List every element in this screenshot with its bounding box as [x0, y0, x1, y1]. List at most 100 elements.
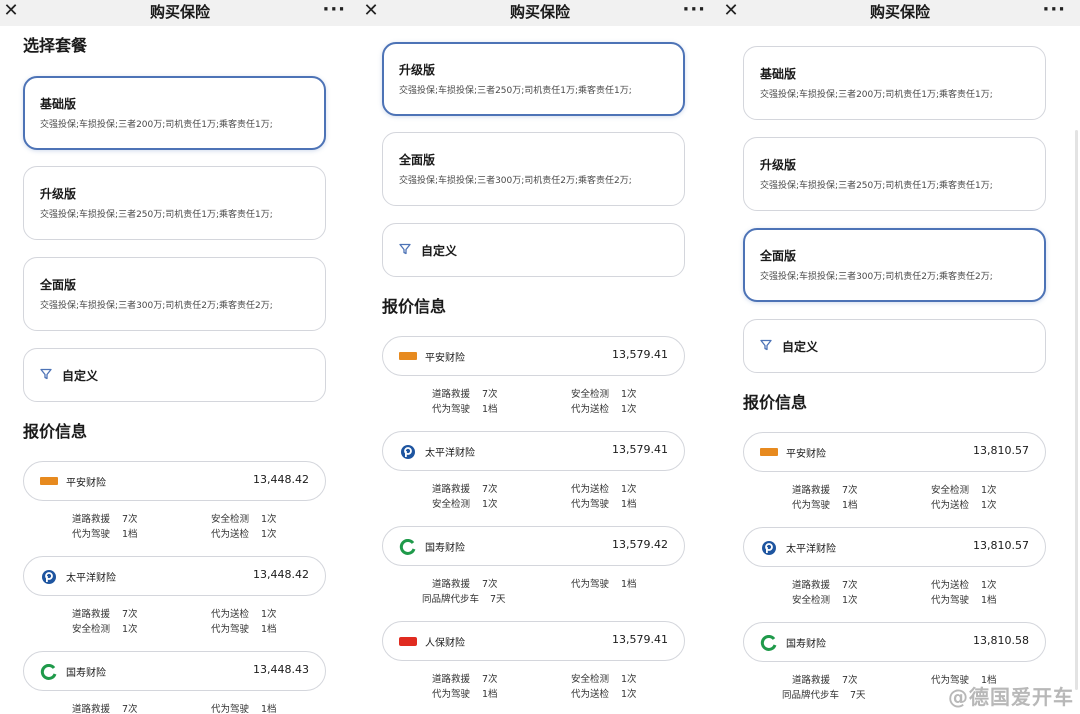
quote-card-cpic[interactable]: 太平洋财险 13,448.42 — [23, 556, 326, 596]
cpic-logo — [42, 570, 56, 584]
service-item: 安全检测 1次 — [432, 499, 498, 510]
plan-card-upgrade[interactable]: 升级版 交强投保;车损投保;三者250万;司机责任1万;乘客责任1万; — [743, 137, 1046, 211]
plan-card-full[interactable]: 全面版 交强投保;车损投保;三者300万;司机责任2万;乘客责任2万; — [382, 132, 685, 206]
service-item: 道路救援 7次 — [72, 704, 138, 714]
service-item: 道路救援 7次 — [72, 609, 138, 620]
service-item: 道路救援 7次 — [792, 485, 858, 496]
screen-panel-3: ✕ 购买保险 ··· 基础版 交强投保;车损投保;三者200万;司机责任1万;乘… — [720, 0, 1080, 714]
custom-plan-button[interactable]: 自定义 — [23, 348, 326, 402]
service-item: 安全检测 1次 — [72, 624, 138, 635]
page-title: 购买保险 — [509, 3, 570, 21]
plan-description: 交强投保;车损投保;三者250万;司机责任1万;乘客责任1万; — [399, 86, 632, 96]
quote-card-chinalife[interactable]: 国寿财险 13,448.43 — [23, 651, 326, 691]
quote-price: 13,810.57 — [973, 539, 1029, 552]
service-item: 代为驾驶 1档 — [792, 500, 858, 511]
top-bar: ✕ 购买保险 ··· — [360, 0, 720, 26]
scroll-content[interactable]: 选择套餐 基础版 交强投保;车损投保;三者200万;司机责任1万;乘客责任1万;… — [0, 26, 360, 714]
plan-description: 交强投保;车损投保;三者250万;司机责任1万;乘客责任1万; — [40, 210, 273, 220]
plan-card-full[interactable]: 全面版 交强投保;车损投保;三者300万;司机责任2万;乘客责任2万; — [743, 228, 1046, 302]
scroll-content[interactable]: 升级版 交强投保;车损投保;三者250万;司机责任1万;乘客责任1万; 全面版 … — [360, 26, 720, 714]
service-item: 代为送检 1次 — [571, 484, 637, 495]
chinalife-logo — [399, 539, 416, 555]
quote-price: 13,579.41 — [612, 348, 668, 361]
insurer-name: 太平洋财险 — [786, 544, 836, 555]
pingan-logo — [399, 352, 417, 360]
plan-card-upgrade[interactable]: 升级版 交强投保;车损投保;三者250万;司机责任1万;乘客责任1万; — [382, 42, 685, 116]
service-item: 代为驾驶 1档 — [72, 529, 138, 540]
quote-card-pingan[interactable]: 平安财险 13,579.41 — [382, 336, 685, 376]
service-item: 代为送检 1次 — [571, 404, 637, 415]
quote-card-pingan[interactable]: 平安财险 13,448.42 — [23, 461, 326, 501]
pingan-logo — [40, 477, 58, 485]
plan-card-upgrade[interactable]: 升级版 交强投保;车损投保;三者250万;司机责任1万;乘客责任1万; — [23, 166, 326, 240]
quote-price: 13,810.57 — [973, 444, 1029, 457]
service-item: 安全检测 1次 — [571, 674, 637, 685]
quote-card-pingan[interactable]: 平安财险 13,810.57 — [743, 432, 1046, 472]
insurer-name: 国寿财险 — [425, 543, 465, 554]
custom-plan-button[interactable]: 自定义 — [743, 319, 1046, 373]
service-item: 代为驾驶 1档 — [571, 579, 637, 590]
service-item: 道路救援 7次 — [72, 514, 138, 525]
pingan-logo — [760, 448, 778, 456]
insurer-name: 平安财险 — [786, 449, 826, 460]
service-item: 代为送检 1次 — [931, 500, 997, 511]
custom-label: 自定义 — [62, 369, 99, 383]
more-icon[interactable]: ··· — [322, 0, 346, 20]
cpic-logo — [762, 541, 776, 555]
insurer-name: 太平洋财险 — [66, 573, 116, 584]
plan-card-basic[interactable]: 基础版 交强投保;车损投保;三者200万;司机责任1万;乘客责任1万; — [23, 76, 326, 150]
plan-description: 交强投保;车损投保;三者250万;司机责任1万;乘客责任1万; — [760, 181, 993, 191]
custom-plan-button[interactable]: 自定义 — [382, 223, 685, 277]
service-item: 安全检测 1次 — [792, 595, 858, 606]
insurer-name: 平安财险 — [66, 478, 106, 489]
more-icon[interactable]: ··· — [682, 0, 706, 20]
quote-price: 13,448.42 — [253, 473, 309, 486]
top-bar: ✕ 购买保险 ··· — [0, 0, 360, 26]
service-item: 道路救援 7次 — [432, 579, 498, 590]
plan-card-basic[interactable]: 基础版 交强投保;车损投保;三者200万;司机责任1万;乘客责任1万; — [743, 46, 1046, 120]
custom-label: 自定义 — [782, 340, 819, 354]
service-item: 代为驾驶 1档 — [432, 689, 498, 700]
cpic-logo — [401, 445, 415, 459]
quote-card-cpic[interactable]: 太平洋财险 13,810.57 — [743, 527, 1046, 567]
screen-panel-1: ✕ 购买保险 ··· 选择套餐 基础版 交强投保;车损投保;三者200万;司机责… — [0, 0, 360, 714]
section-title-quotes: 报价信息 — [23, 422, 88, 441]
service-item: 道路救援 7次 — [792, 580, 858, 591]
plan-name: 基础版 — [40, 97, 77, 111]
service-item: 代为驾驶 1档 — [211, 704, 277, 714]
quote-price: 13,579.42 — [612, 538, 668, 551]
chinalife-logo — [760, 635, 777, 651]
plan-name: 全面版 — [399, 153, 436, 167]
insurer-name: 太平洋财险 — [425, 448, 475, 459]
insurer-name: 国寿财险 — [786, 639, 826, 650]
more-icon[interactable]: ··· — [1042, 0, 1066, 20]
quote-card-picc[interactable]: 人保财险 13,579.41 — [382, 621, 685, 661]
insurer-name: 国寿财险 — [66, 668, 106, 679]
scroll-content[interactable]: 基础版 交强投保;车损投保;三者200万;司机责任1万;乘客责任1万; 升级版 … — [720, 26, 1080, 714]
custom-label: 自定义 — [421, 244, 458, 258]
quote-card-cpic[interactable]: 太平洋财险 13,579.41 — [382, 431, 685, 471]
plan-card-full[interactable]: 全面版 交强投保;车损投保;三者300万;司机责任2万;乘客责任2万; — [23, 257, 326, 331]
service-item: 安全检测 1次 — [571, 389, 637, 400]
screen-panel-2: ✕ 购买保险 ··· 升级版 交强投保;车损投保;三者250万;司机责任1万;乘… — [360, 0, 720, 714]
service-item: 代为驾驶 1档 — [211, 624, 277, 635]
service-item: 代为送检 1次 — [211, 529, 277, 540]
plan-name: 升级版 — [760, 158, 797, 172]
plan-description: 交强投保;车损投保;三者300万;司机责任2万;乘客责任2万; — [760, 272, 993, 282]
quote-card-chinalife[interactable]: 国寿财险 13,810.58 — [743, 622, 1046, 662]
plan-description: 交强投保;车损投保;三者200万;司机责任1万;乘客责任1万; — [760, 90, 993, 100]
service-item: 道路救援 7次 — [432, 674, 498, 685]
page-title: 购买保险 — [149, 3, 210, 21]
quote-card-chinalife[interactable]: 国寿财险 13,579.42 — [382, 526, 685, 566]
service-item: 道路救援 7次 — [792, 675, 858, 686]
quote-price: 13,448.43 — [253, 663, 309, 676]
quote-price: 13,448.42 — [253, 568, 309, 581]
insurer-name: 人保财险 — [425, 638, 465, 649]
quote-price: 13,810.58 — [973, 634, 1029, 647]
section-title-plans: 选择套餐 — [23, 36, 88, 55]
service-item: 同品牌代步车 7天 — [422, 594, 506, 605]
quote-price: 13,579.41 — [612, 633, 668, 646]
service-item: 同品牌代步车 7天 — [782, 690, 866, 701]
service-item: 代为驾驶 1档 — [931, 595, 997, 606]
insurer-name: 平安财险 — [425, 353, 465, 364]
